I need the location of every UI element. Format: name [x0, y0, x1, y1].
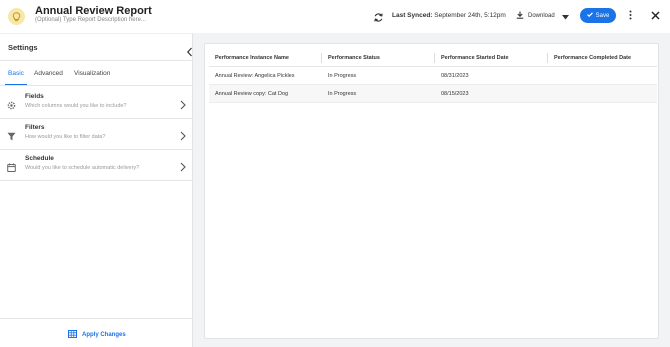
column-header[interactable]: Performance Started Date [441, 55, 509, 61]
download-options-button[interactable] [558, 8, 572, 23]
divider [0, 60, 193, 61]
column-header[interactable]: Performance Instance Name [215, 55, 289, 61]
tab-advanced[interactable]: Advanced [34, 70, 63, 77]
report-editor: Annual Review Report (Optional) Type Rep… [0, 0, 670, 347]
filters-title: Filters [25, 124, 45, 131]
column-header[interactable]: Performance Status [328, 55, 380, 61]
download-icon [516, 11, 524, 21]
download-button[interactable]: Download [512, 8, 559, 23]
table-cell: In Progress [328, 73, 357, 79]
close-icon [651, 7, 660, 25]
column-header[interactable]: Performance Completed Date [554, 55, 631, 61]
chevron-right-icon [180, 159, 186, 172]
last-synced-label: Last Synced: [392, 12, 433, 19]
table-cell: Annual Review copy: Cat Dog [215, 91, 289, 97]
chevron-right-icon [180, 97, 186, 110]
column-divider[interactable] [321, 53, 322, 63]
filter-icon [7, 128, 16, 141]
lightbulb-icon [8, 8, 25, 25]
divider [0, 85, 193, 86]
fields-subtitle: Which columns would you like to include? [25, 103, 127, 109]
tab-visualization[interactable]: Visualization [74, 70, 110, 77]
tab-basic[interactable]: Basic [8, 70, 24, 77]
settings-title: Settings [8, 43, 38, 52]
apply-changes-label: Apply Changes [82, 332, 126, 338]
settings-sidebar: Settings Basic Advanced Visualization Fi… [0, 33, 193, 347]
fields-title: Fields [25, 93, 44, 100]
filters-row[interactable]: Filters How would you like to filter dat… [0, 118, 193, 148]
close-button[interactable] [648, 8, 662, 23]
vertical-ellipsis-icon [629, 7, 632, 25]
divider [0, 180, 193, 181]
caret-down-icon [561, 7, 569, 25]
save-button[interactable]: Save [580, 8, 616, 23]
schedule-row[interactable]: Schedule Would you like to schedule auto… [0, 149, 193, 179]
report-title[interactable]: Annual Review Report [35, 5, 152, 17]
apply-changes-button[interactable]: Apply Changes [68, 330, 126, 340]
gear-icon [7, 97, 16, 110]
results-table: Performance Instance Name Performance St… [204, 43, 659, 339]
fields-row[interactable]: Fields Which columns would you like to i… [0, 87, 193, 117]
refresh-icon[interactable] [373, 10, 384, 22]
save-label: Save [595, 12, 610, 19]
schedule-title: Schedule [25, 155, 54, 162]
filters-subtitle: How would you like to filter data? [25, 134, 106, 140]
chevron-right-icon [180, 128, 186, 141]
report-preview-area: Performance Instance Name Performance St… [193, 33, 670, 347]
header-bar: Annual Review Report (Optional) Type Rep… [0, 0, 670, 33]
divider [0, 318, 193, 319]
schedule-subtitle: Would you like to schedule automatic del… [25, 165, 140, 171]
table-header: Performance Instance Name Performance St… [209, 49, 657, 67]
download-label: Download [528, 12, 555, 19]
checkmark-icon [586, 12, 593, 19]
last-synced-status: Last Synced: September 24th, 5:12pm [392, 12, 506, 19]
table-cell: 08/31/2023 [441, 73, 469, 79]
column-divider[interactable] [547, 53, 548, 63]
table-cell: 08/15/2023 [441, 91, 469, 97]
more-options-button[interactable] [625, 8, 635, 23]
table-cell: In Progress [328, 91, 357, 97]
table-row[interactable]: Annual Review copy: Cat Dog In Progress … [209, 85, 657, 103]
table-cell: Annual Review: Angelica Pickles [215, 73, 295, 79]
table-grid-icon [68, 330, 77, 340]
table-row[interactable]: Annual Review: Angelica Pickles In Progr… [209, 67, 657, 85]
report-description-field[interactable]: (Optional) Type Report Description here.… [35, 17, 146, 23]
column-divider[interactable] [434, 53, 435, 63]
calendar-icon [7, 159, 16, 172]
last-synced-value: September 24th, 5:12pm [434, 12, 506, 19]
